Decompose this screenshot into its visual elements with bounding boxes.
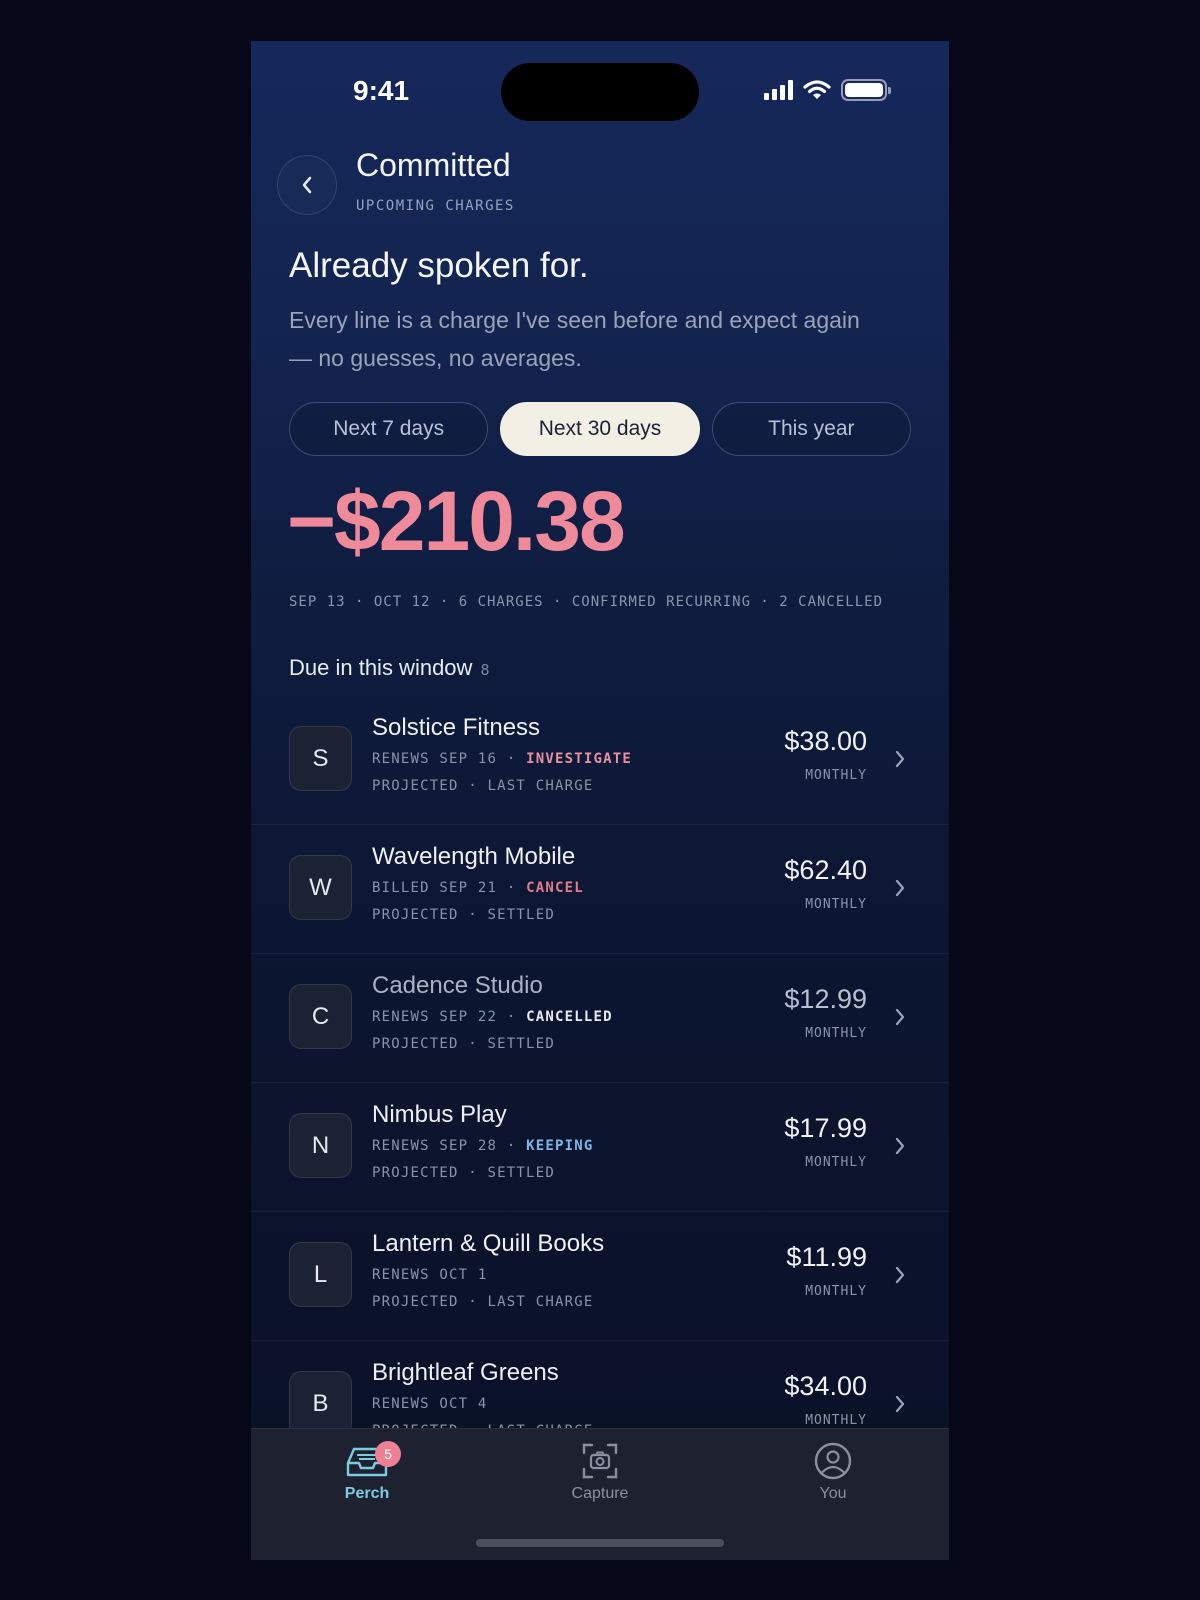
- committed-total: −$210.38: [287, 474, 626, 568]
- charge-period: MONTHLY: [805, 1284, 867, 1299]
- charge-date-line: RENEWS SEP 22 · CANCELLED: [372, 1009, 613, 1025]
- charge-detail: PROJECTED · SETTLED: [372, 1165, 555, 1181]
- nav-capture-label: Capture: [571, 1485, 629, 1502]
- section-header: Due in this window 8: [289, 655, 489, 681]
- phone-screen: 9:41 Committed UPCOMING CHARGES Already …: [251, 41, 949, 1560]
- tab-next-7-days[interactable]: Next 7 days: [289, 402, 489, 456]
- charge-period: MONTHLY: [805, 1413, 867, 1428]
- charge-date-line: RENEWS OCT 4: [372, 1396, 488, 1412]
- section-count: 8: [480, 661, 490, 679]
- charge-amount: $34.00: [784, 1371, 867, 1401]
- headline: Already spoken for.: [289, 246, 589, 285]
- dynamic-island: [501, 63, 699, 121]
- charge-date-line: RENEWS SEP 16 · INVESTIGATE: [372, 751, 632, 767]
- chevron-right-icon: [895, 879, 905, 897]
- charge-tag-separator: ·: [497, 1138, 527, 1154]
- charge-date: RENEWS SEP 16: [372, 751, 498, 767]
- merchant-name: Nimbus Play: [372, 1101, 507, 1128]
- charge-detail: PROJECTED · SETTLED: [372, 907, 555, 923]
- charge-tag-separator: ·: [497, 1009, 527, 1025]
- battery-icon: [841, 79, 891, 101]
- merchant-name: Wavelength Mobile: [372, 843, 576, 870]
- page-title: Committed: [356, 147, 511, 183]
- chevron-right-icon: [895, 1008, 905, 1026]
- charge-amount: $12.99: [784, 984, 867, 1014]
- charge-row-solstice-fitness[interactable]: S Solstice Fitness RENEWS SEP 16 · INVES…: [251, 696, 949, 825]
- nav-perch[interactable]: 5 Perch: [297, 1441, 437, 1503]
- charge-row-cadence-studio[interactable]: C Cadence Studio RENEWS SEP 22 · CANCELL…: [251, 954, 949, 1083]
- charges-list: S Solstice Fitness RENEWS SEP 16 · INVES…: [251, 696, 949, 1470]
- chevron-right-icon: [895, 1395, 905, 1413]
- notification-badge: 5: [375, 1441, 401, 1467]
- charge-date-line: RENEWS OCT 1: [372, 1267, 488, 1283]
- charge-amount: $62.40: [784, 855, 867, 885]
- nav-you[interactable]: You: [763, 1441, 903, 1503]
- home-indicator: [476, 1539, 724, 1547]
- charge-period: MONTHLY: [805, 1155, 867, 1170]
- charge-detail: PROJECTED · LAST CHARGE: [372, 778, 594, 794]
- tab-this-year[interactable]: This year: [711, 402, 911, 456]
- tab-next-30-days[interactable]: Next 30 days: [500, 402, 700, 456]
- chevron-right-icon: [895, 1266, 905, 1284]
- status-time: 9:41: [353, 75, 410, 106]
- merchant-name: Brightleaf Greens: [372, 1359, 559, 1386]
- nav-capture[interactable]: Capture: [530, 1441, 670, 1503]
- merchant-avatar: S: [289, 726, 352, 791]
- camera-scan-icon: [582, 1443, 618, 1479]
- merchant-name: Lantern & Quill Books: [372, 1230, 605, 1257]
- chevron-left-icon: [302, 176, 312, 194]
- status-icons: [764, 79, 891, 101]
- nav-you-label: You: [819, 1485, 847, 1502]
- cellular-signal-icon: [764, 80, 793, 100]
- charge-period: MONTHLY: [805, 897, 867, 912]
- description: Every line is a charge I've seen before …: [289, 307, 860, 371]
- merchant-avatar: W: [289, 855, 352, 920]
- charge-tag-separator: ·: [497, 751, 527, 767]
- section-title: Due in this window: [289, 655, 473, 680]
- back-button[interactable]: [277, 155, 337, 215]
- merchant-name: Solstice Fitness: [372, 714, 541, 741]
- charge-date: RENEWS SEP 28: [372, 1138, 498, 1154]
- charge-date: BILLED SEP 21: [372, 880, 498, 896]
- charge-amount: $38.00: [784, 726, 867, 756]
- charge-date: RENEWS SEP 22: [372, 1009, 498, 1025]
- charge-detail: PROJECTED · LAST CHARGE: [372, 1294, 594, 1310]
- user-circle-icon: [814, 1442, 852, 1480]
- charge-row-nimbus-play[interactable]: N Nimbus Play RENEWS SEP 28 · KEEPING PR…: [251, 1083, 949, 1212]
- charge-date: RENEWS OCT 1: [372, 1267, 488, 1283]
- charge-date-line: RENEWS SEP 28 · KEEPING: [372, 1138, 593, 1154]
- charge-status-tag: KEEPING: [526, 1138, 594, 1154]
- charge-period: MONTHLY: [805, 1026, 867, 1041]
- charge-detail: PROJECTED · SETTLED: [372, 1036, 555, 1052]
- page-subtitle: UPCOMING CHARGES: [356, 198, 515, 214]
- nav-perch-label: Perch: [344, 1485, 390, 1502]
- charge-period: MONTHLY: [805, 768, 867, 783]
- chevron-right-icon: [895, 1137, 905, 1155]
- chevron-right-icon: [895, 750, 905, 768]
- charge-row-lantern-quill-books[interactable]: L Lantern & Quill Books RENEWS OCT 1 PRO…: [251, 1212, 949, 1341]
- charge-amount: $17.99: [784, 1113, 867, 1143]
- charge-status-tag: CANCELLED: [526, 1009, 613, 1025]
- wifi-icon: [803, 80, 831, 99]
- charge-amount: $11.99: [786, 1242, 867, 1272]
- charge-tag-separator: ·: [497, 880, 527, 896]
- range-segmented-control: Next 7 days Next 30 days This year: [289, 402, 911, 456]
- merchant-avatar: N: [289, 1113, 352, 1178]
- charge-row-wavelength-mobile[interactable]: W Wavelength Mobile BILLED SEP 21 · CANC…: [251, 825, 949, 954]
- charge-date: RENEWS OCT 4: [372, 1396, 488, 1412]
- merchant-avatar: C: [289, 984, 352, 1049]
- merchant-avatar: B: [289, 1371, 352, 1436]
- merchant-name: Cadence Studio: [372, 972, 543, 999]
- charge-date-line: BILLED SEP 21 · CANCEL: [372, 880, 584, 896]
- charge-status-tag: CANCEL: [526, 880, 584, 896]
- summary-meta: SEP 13 · OCT 12 · 6 CHARGES · CONFIRMED …: [289, 594, 884, 610]
- merchant-avatar: L: [289, 1242, 352, 1307]
- charge-status-tag: INVESTIGATE: [526, 751, 632, 767]
